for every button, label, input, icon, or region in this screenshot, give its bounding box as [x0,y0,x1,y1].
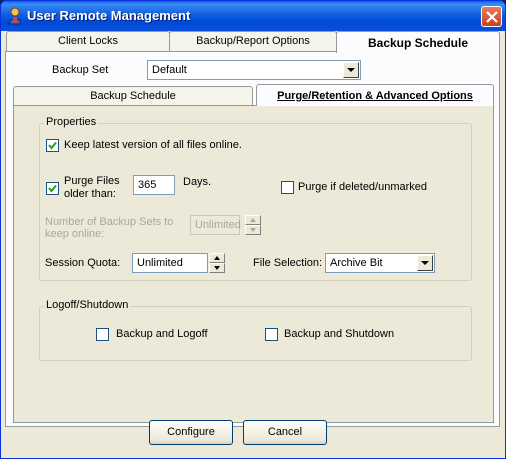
check-icon [48,141,57,150]
chevron-down-icon[interactable] [417,255,433,271]
days-label: Days. [183,176,212,188]
num-backup-sets-input[interactable]: Unlimited [190,215,241,235]
session-quota-spin-up[interactable] [209,253,225,263]
user-remote-management-window: User Remote Management Client Locks Back… [0,0,506,459]
num-backup-sets-spin-down[interactable] [245,225,261,235]
backup-logoff-label: Backup and Logoff [116,328,208,340]
backup-set-dropdown[interactable]: Default [147,60,361,80]
subtab-label: Backup Schedule [90,90,176,102]
spin-down-icon [250,228,256,232]
tab-backup-schedule[interactable]: Backup Schedule [336,31,500,53]
num-backup-sets-label-line2: keep online: [45,228,105,240]
purge-files-label: Purge Files [64,175,120,187]
backup-set-value: Default [152,64,187,76]
title-bar[interactable]: User Remote Management [1,1,505,31]
session-quota-value: Unlimited [137,257,183,269]
purge-days-value: 365 [138,179,157,191]
purge-retention-panel: Properties Keep latest version of all fi… [13,105,494,423]
keep-latest-label: Keep latest version of all files online. [64,139,242,151]
logoff-shutdown-group-title: Logoff/Shutdown [44,299,131,311]
keep-latest-checkbox[interactable] [46,139,59,152]
backup-shutdown-checkbox[interactable] [265,328,278,341]
tab-label: Backup Schedule [367,36,469,50]
tab-label: Backup/Report Options [196,35,310,47]
properties-group: Properties Keep latest version of all fi… [39,116,472,281]
check-icon [48,184,57,193]
file-selection-label: File Selection: [253,257,323,269]
user-gear-icon [8,7,22,25]
purge-files-label-line2: older than: [64,188,116,200]
properties-group-title: Properties [44,116,99,128]
subtab-purge-retention[interactable]: Purge/Retention & Advanced Options [256,84,494,106]
configure-button[interactable]: Configure [149,420,233,445]
tab-label: Client Locks [58,35,118,47]
session-quota-label: Session Quota: [45,257,121,269]
tab-client-locks[interactable]: Client Locks [6,31,170,51]
subtab-backup-schedule[interactable]: Backup Schedule [13,86,253,106]
backup-schedule-panel: Backup Set Default Backup Schedule Purge… [5,51,500,427]
close-icon [486,11,498,23]
purge-deleted-label: Purge if deleted/unmarked [298,181,428,193]
logoff-shutdown-group: Logoff/Shutdown Backup and Logoff Backup… [39,299,472,361]
file-selection-dropdown[interactable]: Archive Bit [325,253,435,273]
file-selection-value: Archive Bit [330,257,383,269]
num-backup-sets-label: Number of Backup Sets to [45,216,174,228]
dialog-client-area: Client Locks Backup/Report Options Backu… [4,31,502,457]
window-title: User Remote Management [27,8,191,23]
session-quota-spin-down[interactable] [209,263,225,273]
backup-shutdown-label: Backup and Shutdown [284,328,395,340]
num-backup-sets-spin-up[interactable] [245,215,261,225]
purge-deleted-checkbox[interactable] [281,181,294,194]
backup-set-label: Backup Set [52,64,109,76]
spin-up-icon [250,218,256,222]
subtab-label: Purge/Retention & Advanced Options [277,90,473,102]
backup-logoff-checkbox[interactable] [96,328,109,341]
purge-files-checkbox[interactable] [46,182,59,195]
tab-backup-report-options[interactable]: Backup/Report Options [169,31,337,51]
chevron-down-icon[interactable] [343,62,359,78]
session-quota-input[interactable]: Unlimited [132,253,208,273]
spin-down-icon [214,266,220,270]
purge-days-input[interactable]: 365 [133,175,175,195]
num-backup-sets-value: Unlimited [195,219,241,231]
close-button[interactable] [481,6,502,27]
cancel-button[interactable]: Cancel [243,420,327,445]
spin-up-icon [214,256,220,260]
